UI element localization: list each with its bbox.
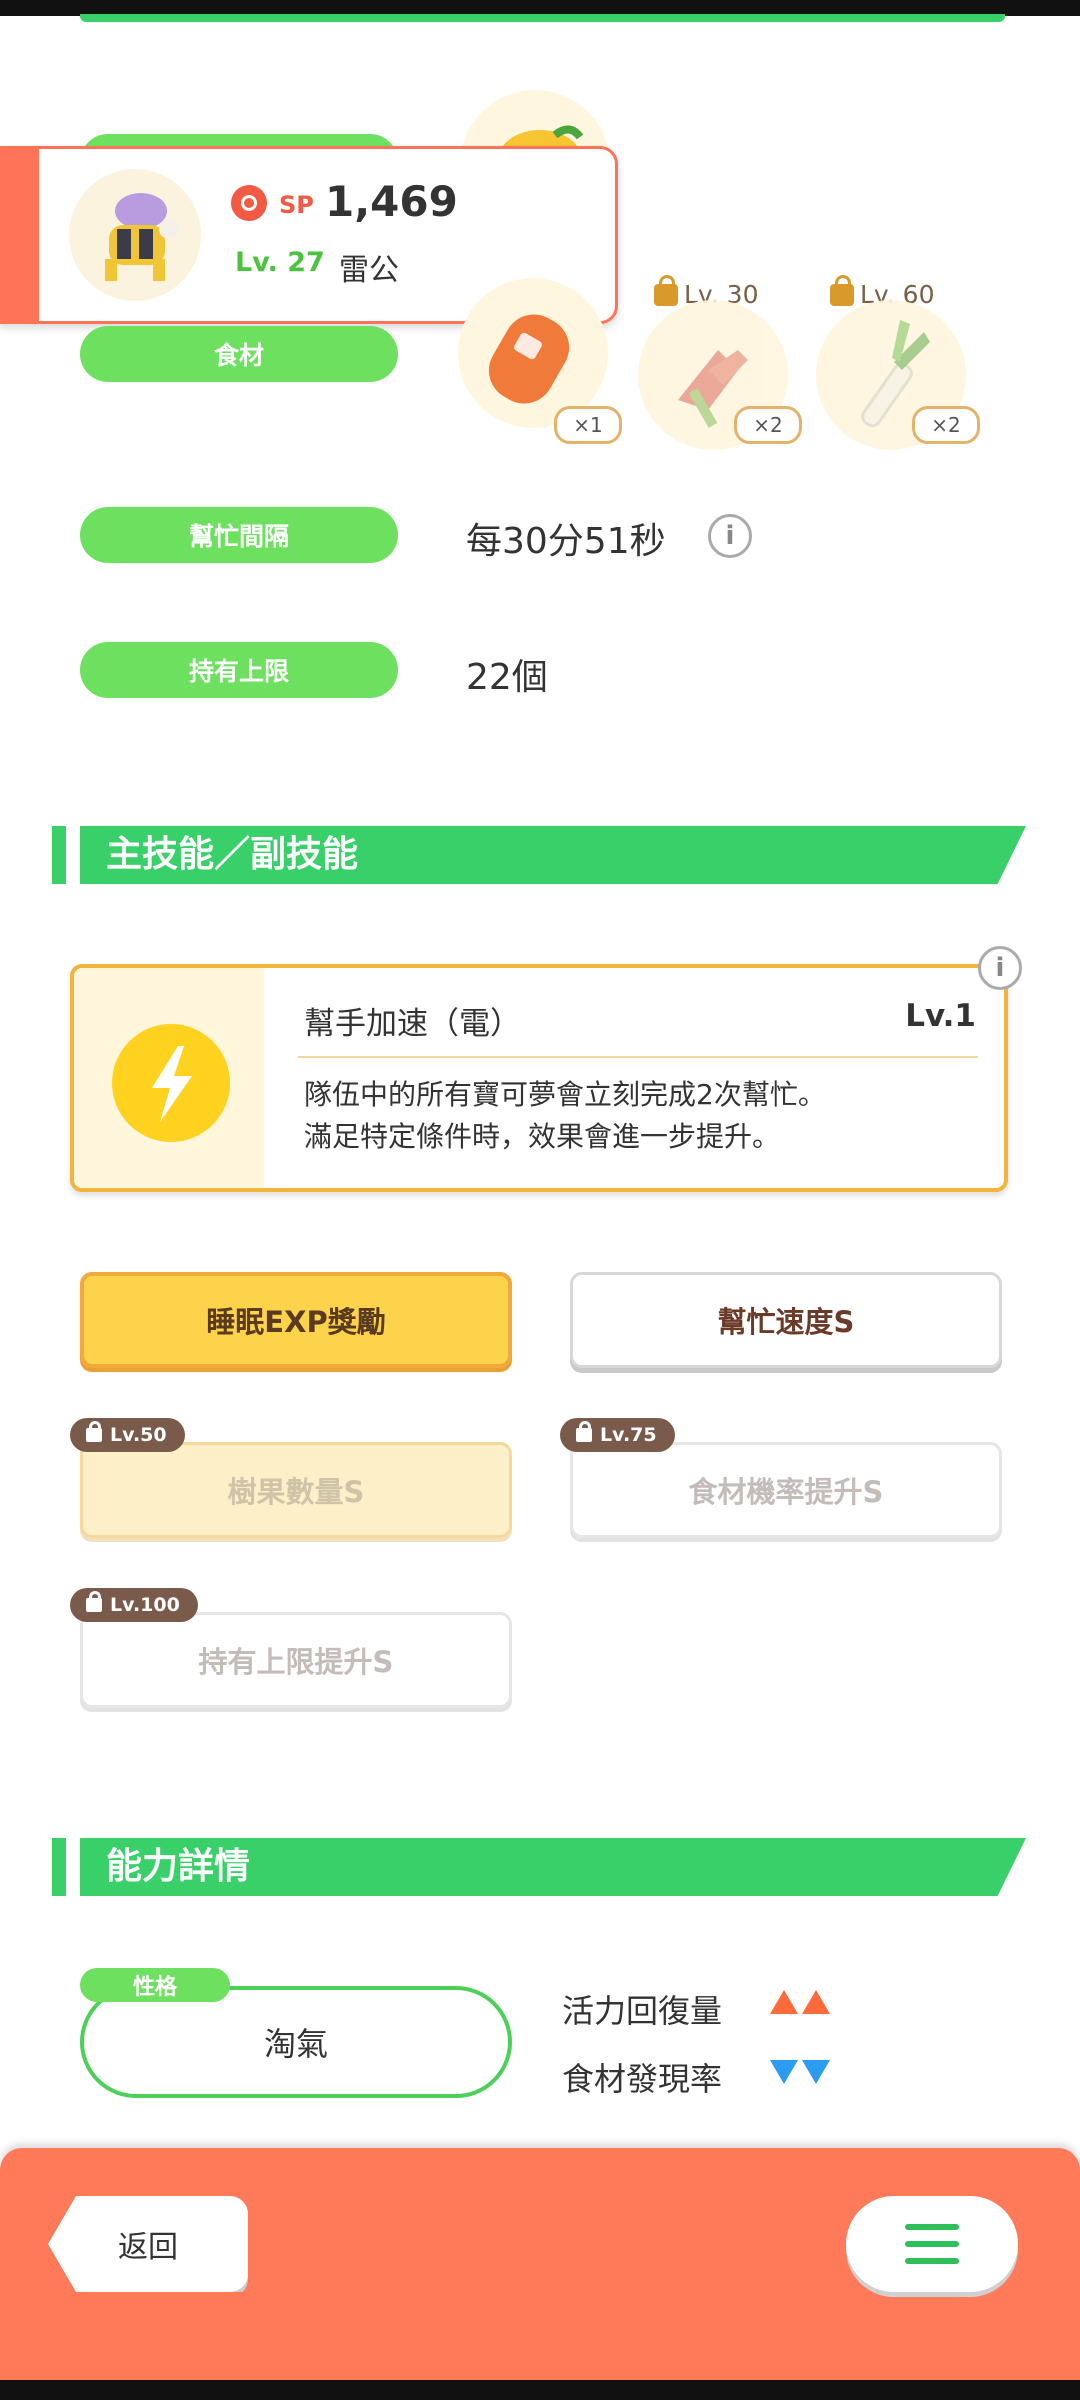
carry-limit-label: 持有上限	[80, 642, 398, 698]
lock-icon	[576, 1421, 592, 1442]
nature-down-label: 食材發現率	[562, 2060, 723, 2098]
pokemon-avatar	[69, 169, 201, 301]
nature-tag: 性格	[80, 1968, 230, 2002]
nature-up-label: 活力回復量	[562, 1992, 723, 2030]
back-button[interactable]: 返回	[48, 2196, 248, 2292]
menu-button[interactable]	[846, 2196, 1018, 2292]
ingredient-qty-1: ×1	[554, 406, 622, 444]
sub-skill-ingredient-finder[interactable]: 食材機率提升S	[570, 1442, 1002, 1538]
sub-skill-sleep-exp[interactable]: 睡眠EXP獎勵	[80, 1272, 512, 1368]
main-skill-description: 隊伍中的所有寶可夢會立刻完成2次幫忙。 滿足特定條件時，效果會進一步提升。	[304, 1074, 826, 1158]
ingredient-qty-2: ×2	[734, 406, 802, 444]
ingredients-label: 食材	[80, 326, 398, 382]
sp-label: SP	[279, 191, 314, 219]
nature-box[interactable]: 淘氣	[80, 1986, 512, 2098]
help-interval-value: 每30分51秒	[466, 521, 666, 562]
unlock-tag-lv100: Lv.100	[70, 1588, 198, 1622]
main-skill-level: Lv.1	[905, 998, 976, 1034]
pokemon-name: 雷公	[339, 253, 399, 288]
pokeball-icon	[231, 185, 267, 221]
sub-skill-help-speed[interactable]: 幫忙速度S	[570, 1272, 1002, 1368]
unlock-tag-text: Lv.100	[110, 1594, 180, 1616]
unlock-tag-text: Lv.50	[110, 1424, 167, 1446]
sub-skill-berry-count[interactable]: 樹果數量S	[80, 1442, 512, 1538]
divider	[298, 1056, 978, 1058]
lightning-icon	[112, 1024, 230, 1142]
ability-section-header: 能力詳情	[52, 1838, 1052, 1896]
main-skill-name: 幫手加速（電）	[304, 1006, 521, 1042]
skills-section-header: 主技能／副技能	[52, 826, 1052, 884]
unlock-tag-lv75: Lv.75	[560, 1418, 675, 1452]
ingredient-qty-3: ×2	[912, 406, 980, 444]
raikou-icon	[105, 193, 179, 281]
unlock-tag-lv50: Lv.50	[70, 1418, 185, 1452]
pokemon-level: Lv. 27	[235, 247, 325, 278]
section-header-edge	[80, 14, 1005, 22]
increase-arrows-icon	[770, 1990, 830, 2014]
info-icon[interactable]: i	[708, 514, 752, 558]
hamburger-icon	[905, 2224, 959, 2264]
desc-line-1: 隊伍中的所有寶可夢會立刻完成2次幫忙。	[304, 1078, 826, 1111]
sub-skill-inventory-up[interactable]: 持有上限提升S	[80, 1612, 512, 1708]
sp-value: 1,469	[325, 177, 458, 226]
decrease-arrows-icon	[770, 2060, 830, 2084]
main-skill-card[interactable]: 幫手加速（電） Lv.1 隊伍中的所有寶可夢會立刻完成2次幫忙。 滿足特定條件時…	[70, 964, 1008, 1192]
unlock-tag-text: Lv.75	[600, 1424, 657, 1446]
card-stripe	[3, 149, 39, 321]
carry-limit-value: 22個	[466, 657, 548, 698]
lock-icon	[86, 1591, 102, 1612]
skill-info-icon[interactable]: i	[978, 946, 1022, 990]
lock-icon	[86, 1421, 102, 1442]
section-title: 能力詳情	[106, 1846, 251, 1887]
system-nav-bar	[0, 2380, 1080, 2400]
section-title: 主技能／副技能	[106, 834, 359, 875]
desc-line-2: 滿足特定條件時，效果會進一步提升。	[304, 1120, 781, 1153]
help-interval-label: 幫忙間隔	[80, 507, 398, 563]
